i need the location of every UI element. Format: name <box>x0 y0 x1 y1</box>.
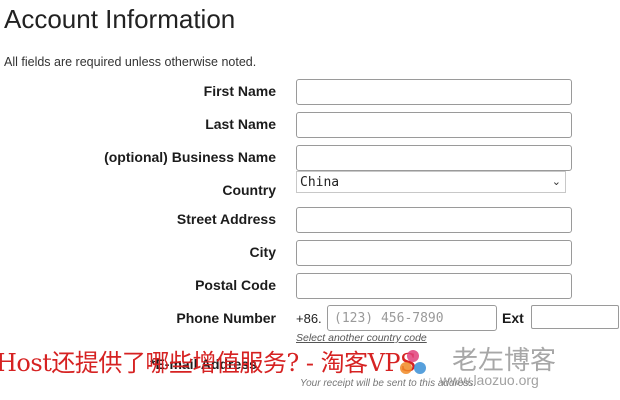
ext-label: Ext <box>502 310 524 326</box>
last-name-label: Last Name <box>205 116 276 132</box>
last-name-input[interactable] <box>296 112 572 138</box>
first-name-label: First Name <box>203 83 276 99</box>
business-name-label: (optional) Business Name <box>104 149 276 165</box>
watermark-logo-icon <box>400 350 426 374</box>
country-select[interactable]: China ⌄ <box>296 171 566 193</box>
page-title: Account Information <box>4 4 236 34</box>
ext-input[interactable] <box>531 305 619 329</box>
city-label: City <box>249 244 276 260</box>
street-address-input[interactable] <box>296 207 572 233</box>
chevron-down-icon: ⌄ <box>551 176 561 188</box>
first-name-input[interactable] <box>296 79 572 105</box>
phone-number-label: Phone Number <box>176 310 276 326</box>
banner-overlay-text: Host还提供了哪些增值服务? - 淘客VPS <box>0 349 417 377</box>
country-label: Country <box>222 182 276 198</box>
required-fields-note: All fields are required unless otherwise… <box>4 55 257 69</box>
postal-code-label: Postal Code <box>195 277 276 293</box>
city-input[interactable] <box>296 240 572 266</box>
watermark-url: www.laozuo.org <box>440 372 539 388</box>
phone-number-input[interactable] <box>327 305 497 331</box>
postal-code-input[interactable] <box>296 273 572 299</box>
street-address-label: Street Address <box>176 211 276 227</box>
country-select-value: China <box>300 175 340 190</box>
business-name-input[interactable] <box>296 145 572 171</box>
phone-country-code: +86. <box>296 311 322 326</box>
